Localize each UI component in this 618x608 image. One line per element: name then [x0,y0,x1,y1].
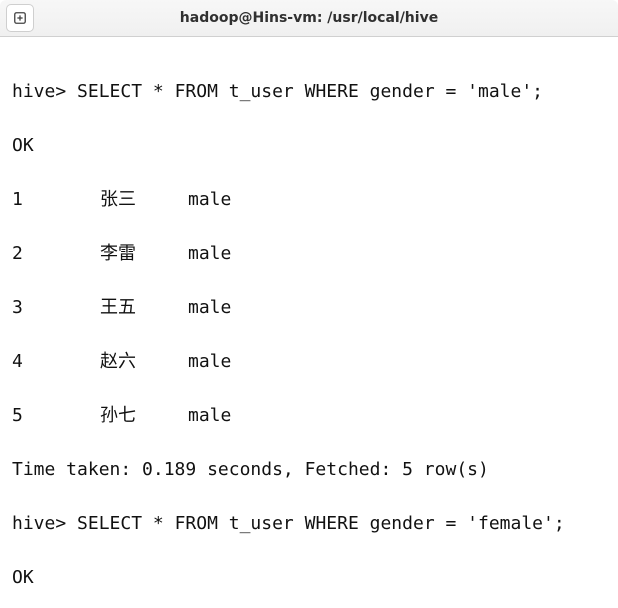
table-row: 4赵六male [12,348,606,375]
sql-query: SELECT * FROM t_user WHERE gender = 'fem… [77,510,565,537]
new-tab-button[interactable] [6,4,34,32]
sql-query: SELECT * FROM t_user WHERE gender = 'mal… [77,78,543,105]
cell-gender: male [188,186,231,213]
cell-gender: male [188,240,231,267]
cell-id: 1 [12,186,100,213]
cell-gender: male [188,294,231,321]
window-title: hadoop@Hins-vm: /usr/local/hive [180,5,438,32]
table-row: 2李雷male [12,240,606,267]
ok-status: OK [12,564,34,591]
cell-gender: male [188,348,231,375]
table-row: 5孙七male [12,402,606,429]
window-titlebar: hadoop@Hins-vm: /usr/local/hive [0,0,618,37]
timing-line: Time taken: 0.189 seconds, Fetched: 5 ro… [12,456,489,483]
hive-prompt: hive> [12,510,66,537]
new-tab-icon [13,11,27,25]
cell-gender: male [188,402,231,429]
terminal-output[interactable]: hive> SELECT * FROM t_user WHERE gender … [0,37,618,608]
ok-status: OK [12,132,34,159]
hive-prompt: hive> [12,78,66,105]
cell-name: 张三 [100,186,188,213]
cell-name: 王五 [100,294,188,321]
cell-id: 5 [12,402,100,429]
cell-id: 3 [12,294,100,321]
cell-id: 4 [12,348,100,375]
table-row: 3王五male [12,294,606,321]
cell-name: 孙七 [100,402,188,429]
cell-name: 赵六 [100,348,188,375]
cell-name: 李雷 [100,240,188,267]
table-row: 1张三male [12,186,606,213]
cell-id: 2 [12,240,100,267]
